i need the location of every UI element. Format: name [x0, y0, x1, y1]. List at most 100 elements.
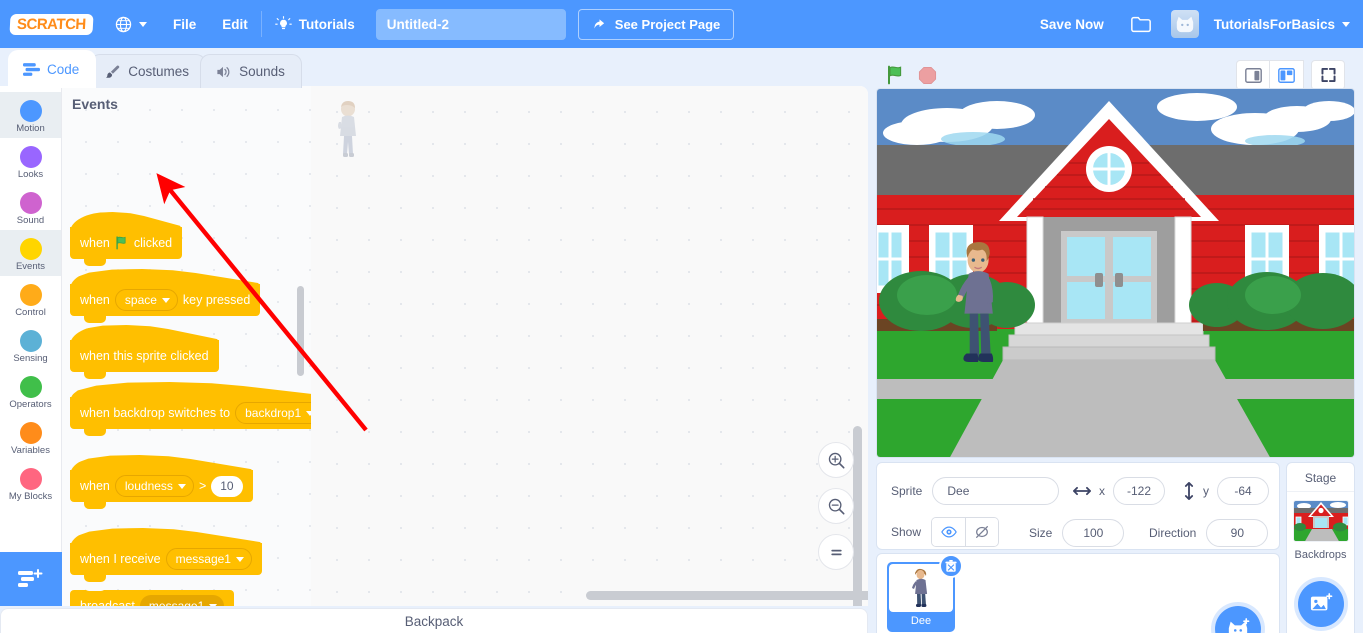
add-extension-button[interactable]	[0, 552, 62, 606]
add-backdrop-image-icon	[1310, 593, 1333, 611]
category-color-dot	[19, 330, 42, 352]
small-stage-button[interactable]	[1236, 60, 1270, 90]
fullscreen-icon	[1320, 67, 1336, 83]
category-color-dot	[19, 422, 42, 444]
threshold-input[interactable]: 10	[211, 475, 243, 497]
sprite-list-item-dee[interactable]: Dee	[887, 554, 963, 632]
block-when-i-receive[interactable]: when I receive message1	[70, 543, 262, 582]
category-sound[interactable]: Sound	[0, 184, 61, 230]
scratch-logo-text: SCRATCH	[9, 13, 94, 35]
tab-costumes-label: Costumes	[128, 64, 190, 79]
message-dropdown[interactable]: message1	[165, 548, 252, 570]
zoom-out-button[interactable]	[818, 488, 854, 524]
stage-pane-header: Stage	[1287, 463, 1354, 492]
key-dropdown[interactable]: space	[114, 289, 178, 311]
share-icon	[594, 18, 604, 29]
category-label: Control	[15, 307, 46, 318]
fullscreen-button[interactable]	[1311, 60, 1345, 90]
category-label: Sound	[16, 215, 45, 226]
sprite-name-input[interactable]: Dee	[932, 477, 1060, 505]
code-canvas[interactable]	[311, 86, 868, 606]
category-variables[interactable]: Variables	[0, 414, 61, 460]
block-when-backdrop-switches[interactable]: when backdrop switches to backdrop1	[70, 397, 311, 436]
menu-file[interactable]: File	[160, 0, 209, 48]
category-label: Events	[15, 261, 46, 272]
sprite-x-row: x -122	[1073, 477, 1165, 505]
category-label: Motion	[16, 123, 45, 134]
menu-tutorials-label: Tutorials	[298, 16, 355, 32]
my-stuff-button[interactable]	[1117, 0, 1165, 48]
backdrop-thumbnail[interactable]	[1292, 500, 1349, 542]
sprite-info-panel: Sprite Dee x -122 y -64 Show Size 100 Di…	[876, 462, 1280, 550]
chevron-down-icon	[1342, 21, 1350, 27]
tab-sounds-label: Sounds	[239, 64, 285, 79]
see-project-page-button[interactable]: See Project Page	[577, 8, 735, 40]
show-toggle-group	[931, 517, 1000, 547]
save-now-button[interactable]: Save Now	[1027, 0, 1117, 48]
block-when-sprite-clicked[interactable]: when this sprite clicked	[70, 340, 219, 379]
zoom-in-button[interactable]	[818, 442, 854, 478]
sprite-watermark	[338, 101, 356, 157]
dropdown-value: space	[124, 293, 157, 307]
block-text: key pressed	[182, 293, 251, 307]
chevron-down-icon	[161, 297, 170, 303]
sprite-size-row: Size 100	[1029, 519, 1125, 547]
delete-sprite-button[interactable]	[939, 554, 963, 578]
block-text: when I receive	[80, 552, 161, 566]
block-when-key-pressed[interactable]: when space key pressed	[70, 284, 261, 323]
block-palette[interactable]: Events when clicked when space key press…	[62, 86, 311, 606]
project-title-input[interactable]: Untitled-2	[375, 8, 566, 40]
language-selector[interactable]	[102, 0, 160, 48]
size-input[interactable]: 100	[1062, 519, 1125, 547]
canvas-horizontal-scrollbar[interactable]	[586, 591, 868, 600]
tab-code[interactable]: Code	[8, 50, 97, 88]
menu-edit[interactable]: Edit	[209, 0, 261, 48]
category-my-blocks[interactable]: My Blocks	[0, 460, 61, 506]
code-area: Motion Looks Sound Events Control Sensin…	[0, 86, 868, 606]
category-sensing[interactable]: Sensing	[0, 322, 61, 368]
message-dropdown[interactable]: message1	[139, 595, 225, 606]
category-events[interactable]: Events	[0, 230, 61, 276]
show-hidden-button[interactable]	[965, 518, 999, 546]
category-looks[interactable]: Looks	[0, 138, 61, 184]
sprite-item-name: Dee	[910, 615, 932, 627]
scratch-logo[interactable]: SCRATCH	[9, 11, 102, 37]
zoom-in-icon	[828, 452, 845, 469]
category-label: My Blocks	[8, 491, 53, 502]
category-operators[interactable]: Operators	[0, 368, 61, 414]
show-label: Show	[891, 525, 922, 539]
block-when-greater-than[interactable]: when loudness > 10	[70, 470, 253, 509]
zoom-reset-button[interactable]	[818, 534, 854, 570]
backpack-bar[interactable]: Backpack	[0, 608, 868, 633]
direction-input[interactable]: 90	[1206, 519, 1269, 547]
y-input[interactable]: -64	[1217, 477, 1269, 505]
category-column: Motion Looks Sound Events Control Sensin…	[0, 86, 62, 606]
large-stage-button[interactable]	[1270, 60, 1304, 90]
tab-costumes[interactable]: Costumes	[90, 54, 207, 88]
show-visible-button[interactable]	[932, 518, 966, 546]
sensor-dropdown[interactable]: loudness	[114, 475, 194, 497]
x-input[interactable]: -122	[1113, 477, 1165, 505]
stage-selector-panel[interactable]: Stage Backdrops	[1286, 462, 1355, 633]
add-sprite-button[interactable]	[1215, 606, 1261, 633]
category-motion[interactable]: Motion	[0, 92, 61, 138]
stop-button[interactable]	[918, 66, 937, 85]
canvas-vertical-scrollbar[interactable]	[853, 426, 862, 606]
lightbulb-icon	[274, 15, 292, 29]
green-flag-button[interactable]	[886, 65, 906, 85]
stage-size-controls	[1236, 60, 1345, 90]
add-sprite-cat-icon	[1228, 618, 1250, 633]
backdrop-dropdown[interactable]: backdrop1	[235, 402, 311, 424]
see-project-page-label: See Project Page	[614, 16, 721, 32]
add-backdrop-button[interactable]	[1298, 581, 1344, 627]
block-when-flag-clicked[interactable]: when clicked	[70, 227, 183, 266]
chevron-down-icon	[306, 410, 311, 416]
block-text: when	[80, 479, 110, 493]
account-menu[interactable]: TutorialsForBasics	[1165, 0, 1363, 48]
palette-scrollbar[interactable]	[297, 286, 304, 376]
block-broadcast[interactable]: broadcast message1	[70, 586, 235, 606]
category-control[interactable]: Control	[0, 276, 61, 322]
menu-tutorials[interactable]: Tutorials	[262, 0, 368, 48]
tab-sounds[interactable]: Sounds	[200, 54, 302, 88]
stage-render[interactable]	[876, 88, 1355, 458]
